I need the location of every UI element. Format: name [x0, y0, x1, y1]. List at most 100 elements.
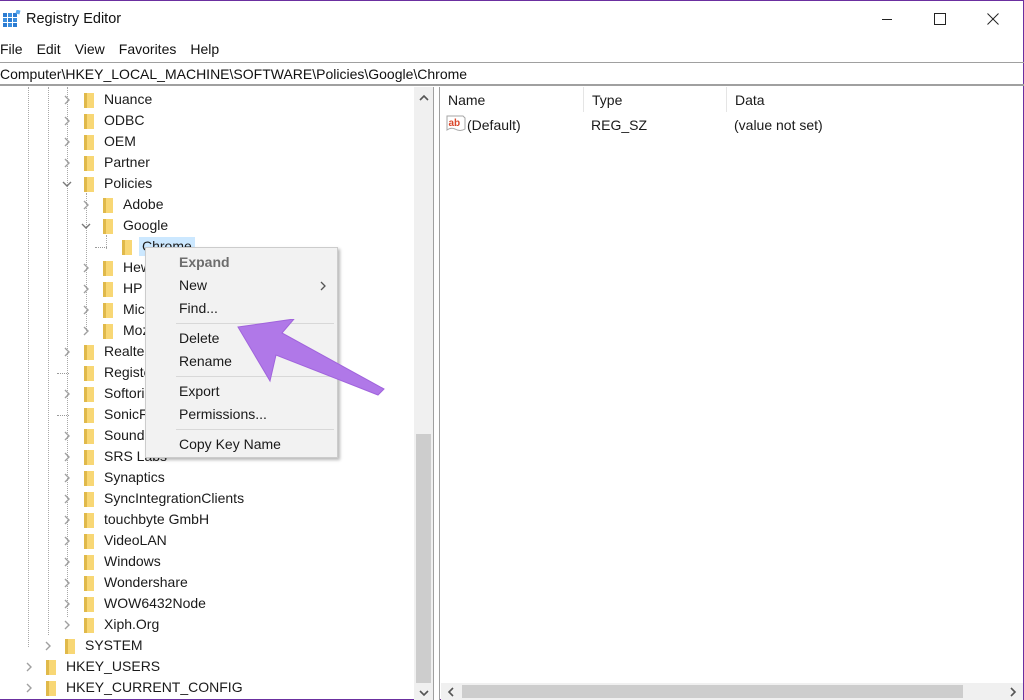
chevron-right-icon[interactable]: [61, 388, 73, 400]
context-menu-item-rename[interactable]: Rename: [146, 350, 337, 373]
tree-node-adobe[interactable]: Adobe: [80, 194, 163, 215]
chevron-right-icon[interactable]: [61, 535, 73, 547]
registry-editor-window: Registry Editor File Edit View Favorites…: [0, 0, 1024, 700]
tree-vertical-scrollbar[interactable]: [414, 87, 433, 700]
chevron-right-icon[interactable]: [61, 136, 73, 148]
chevron-right-icon[interactable]: [23, 682, 35, 694]
tree-node-sonicfo[interactable]: SonicFo: [57, 404, 155, 425]
chevron-down-icon[interactable]: [80, 220, 92, 232]
tree-node-soundr[interactable]: SoundR: [61, 425, 155, 446]
maximize-button[interactable]: [915, 1, 965, 37]
tree-node-oem[interactable]: OEM: [61, 131, 136, 152]
tree-node-odbc[interactable]: ODBC: [61, 110, 144, 131]
chevron-right-icon[interactable]: [61, 157, 73, 169]
values-list-pane[interactable]: Name Type Data ab (Default) REG_SZ (valu…: [440, 87, 1023, 700]
tree-node-registe[interactable]: Registe: [57, 362, 151, 383]
chevron-right-icon[interactable]: [80, 325, 92, 337]
tree-node-touchbyte-gmbh[interactable]: touchbyte GmbH: [61, 509, 209, 530]
tree-node-google[interactable]: Google: [80, 215, 168, 236]
tree-node-moz[interactable]: Moz: [80, 320, 149, 341]
chevron-right-icon[interactable]: [61, 430, 73, 442]
scroll-down-button[interactable]: [415, 684, 432, 700]
chevron-right-icon[interactable]: [61, 577, 73, 589]
column-header-type[interactable]: Type: [584, 87, 727, 112]
column-header-name[interactable]: Name: [440, 87, 584, 112]
chevron-right-icon[interactable]: [61, 346, 73, 358]
tree-node-realtek[interactable]: Realtek: [61, 341, 151, 362]
chevron-right-icon: [1009, 686, 1016, 697]
tree-node-partner[interactable]: Partner: [61, 152, 150, 173]
tree-node-hkey-current-config[interactable]: HKEY_CURRENT_CONFIG: [23, 677, 243, 698]
scroll-up-button[interactable]: [415, 89, 432, 106]
chevron-right-icon[interactable]: [61, 619, 73, 631]
list-scroll-thumb[interactable]: [462, 685, 963, 698]
tree-node-hew[interactable]: Hew: [80, 257, 151, 278]
context-menu-item-export[interactable]: Export: [146, 380, 337, 403]
tree-node-policies[interactable]: Policies: [61, 173, 152, 194]
context-menu-item-new[interactable]: New: [146, 274, 337, 297]
tree-node-hkey-users[interactable]: HKEY_USERS: [23, 656, 160, 677]
title-bar[interactable]: Registry Editor: [0, 1, 1023, 37]
chevron-right-icon[interactable]: [61, 493, 73, 505]
tree-node-xiph-org[interactable]: Xiph.Org: [61, 614, 159, 635]
tree-node-micr[interactable]: Micr: [80, 299, 149, 320]
address-path[interactable]: Computer\HKEY_LOCAL_MACHINE\SOFTWARE\Pol…: [0, 66, 467, 82]
tree-node-label: Wondershare: [104, 574, 188, 590]
context-menu-item-permissions[interactable]: Permissions...: [146, 403, 337, 426]
scroll-left-button[interactable]: [442, 683, 459, 700]
menu-separator: [176, 376, 334, 377]
close-button[interactable]: [968, 1, 1018, 37]
tree-node-windows[interactable]: Windows: [61, 551, 161, 572]
context-menu-item-expand[interactable]: Expand: [146, 251, 337, 274]
context-menu-item-copy-key-name[interactable]: Copy Key Name: [146, 433, 337, 456]
tree-node-wondershare[interactable]: Wondershare: [61, 572, 188, 593]
menu-file[interactable]: File: [0, 39, 30, 60]
tree-node-nuance[interactable]: Nuance: [61, 89, 152, 110]
chevron-right-icon[interactable]: [61, 556, 73, 568]
menu-help[interactable]: Help: [183, 39, 226, 60]
chevron-right-icon[interactable]: [61, 472, 73, 484]
chevron-right-icon[interactable]: [80, 283, 92, 295]
tree-node-hp[interactable]: HP: [80, 278, 142, 299]
maximize-icon: [934, 13, 946, 25]
menu-view[interactable]: View: [68, 39, 112, 60]
tree-node-system[interactable]: SYSTEM: [42, 635, 143, 656]
chevron-right-icon[interactable]: [80, 262, 92, 274]
chevron-down-icon[interactable]: [61, 178, 73, 190]
context-menu-item-label: Rename: [179, 353, 232, 369]
chevron-right-icon[interactable]: [23, 661, 35, 673]
tree-node-videolan[interactable]: VideoLAN: [61, 530, 167, 551]
context-menu-item-delete[interactable]: Delete: [146, 327, 337, 350]
column-header-data[interactable]: Data: [727, 87, 1023, 112]
chevron-right-icon[interactable]: [61, 115, 73, 127]
folder-icon: [83, 175, 95, 193]
chevron-right-icon[interactable]: [80, 304, 92, 316]
menu-favorites[interactable]: Favorites: [112, 39, 184, 60]
chevron-down-icon: [418, 689, 429, 696]
tree-scroll-thumb[interactable]: [416, 434, 431, 683]
folder-icon: [102, 259, 114, 277]
address-bar[interactable]: Computer\HKEY_LOCAL_MACHINE\SOFTWARE\Pol…: [0, 62, 1024, 86]
value-name: (Default): [467, 117, 521, 133]
list-horizontal-scrollbar[interactable]: [441, 683, 1023, 700]
context-menu-item-label: Permissions...: [179, 406, 267, 422]
tree-node-softorin[interactable]: Softorin: [61, 383, 152, 404]
menu-edit[interactable]: Edit: [30, 39, 68, 60]
folder-icon: [102, 280, 114, 298]
chevron-right-icon[interactable]: [61, 451, 73, 463]
value-row[interactable]: ab (Default) REG_SZ (value not set): [440, 114, 1023, 136]
tree-node-synaptics[interactable]: Synaptics: [61, 467, 165, 488]
chevron-right-icon[interactable]: [61, 94, 73, 106]
minimize-button[interactable]: [862, 1, 912, 37]
tree-node-label: HKEY_CURRENT_CONFIG: [66, 679, 243, 695]
context-menu-item-label: Delete: [179, 330, 220, 346]
chevron-right-icon[interactable]: [80, 199, 92, 211]
tree-node-syncintegrationclients[interactable]: SyncIntegrationClients: [61, 488, 244, 509]
pane-splitter[interactable]: [433, 87, 440, 700]
scroll-right-button[interactable]: [1004, 683, 1021, 700]
chevron-right-icon[interactable]: [61, 598, 73, 610]
chevron-right-icon[interactable]: [61, 514, 73, 526]
context-menu-item-find[interactable]: Find...: [146, 297, 337, 320]
chevron-right-icon[interactable]: [42, 640, 54, 652]
tree-node-wow6432node[interactable]: WOW6432Node: [61, 593, 206, 614]
